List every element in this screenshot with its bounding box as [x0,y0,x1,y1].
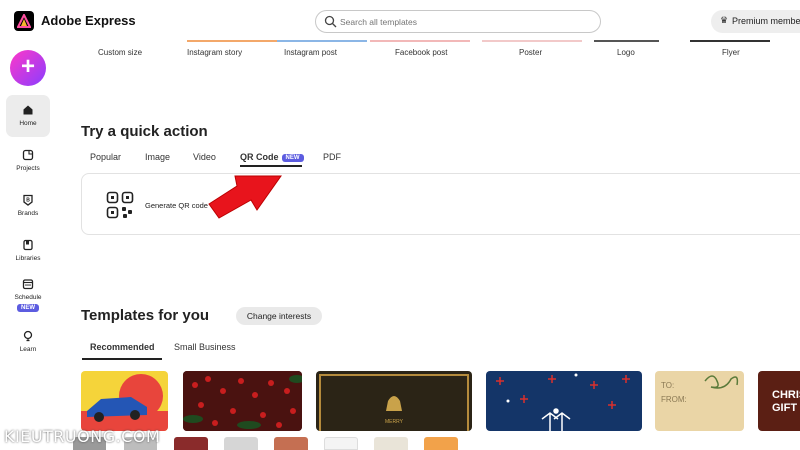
tab-qr-code[interactable]: QR Code NEW [240,152,304,167]
active-tab-underline [82,358,162,360]
template-size-instagram-post[interactable]: Instagram post [284,48,337,57]
template-size-flyer[interactable]: Flyer [722,48,740,57]
tab-label: Recommended [90,342,155,352]
template-thumbnail[interactable]: CHRIS GIFT [758,371,800,431]
plus-icon: + [20,53,35,80]
tab-label: QR Code [240,152,279,162]
library-icon [23,239,33,251]
premium-label: Premium member [732,16,800,26]
tab-small-business[interactable]: Small Business [174,342,236,352]
template-size-thumb-edge [482,40,582,42]
folder-icon [22,149,34,161]
brand-icon: B [23,194,33,206]
search-icon [324,15,337,28]
sidebar-item-libraries[interactable]: Libraries [6,239,50,262]
change-interests-button[interactable]: Change interests [236,307,322,325]
watermark: KIEUTRUONG.COM [4,427,161,446]
template-thumbnail-partial[interactable] [374,437,408,450]
new-badge: NEW [17,304,39,312]
active-tab-underline [240,165,302,167]
sidebar-item-schedule[interactable]: Schedule NEW [6,278,50,312]
template-thumbnail[interactable] [486,371,642,431]
template-size-facebook-post[interactable]: Facebook post [395,48,447,57]
tab-recommended[interactable]: Recommended [82,342,162,360]
template-size-thumb-edge [187,40,277,42]
top-bar: Adobe Express ♛ Premium member [0,0,800,42]
premium-member-button[interactable]: ♛ Premium member [711,10,800,33]
sidebar-item-label: Brands [17,210,39,217]
template-size-row: Custom size Instagram story Instagram po… [82,40,800,60]
red-arrow-annotation [208,175,282,219]
snowflake-pattern-image [496,373,630,431]
template-thumbnail-partial[interactable] [324,437,358,450]
template-thumbnail-partial[interactable] [274,437,308,450]
create-button[interactable]: + [10,50,46,86]
search-bar[interactable] [315,10,601,33]
sidebar-item-label: Schedule [14,294,42,301]
app-title[interactable]: Adobe Express [41,13,136,28]
generate-qr-code-label: Generate QR code [145,201,208,210]
crown-icon: ♛ [720,15,729,25]
merry-text: MERRY [385,419,403,425]
tab-pdf[interactable]: PDF [323,152,341,162]
adobe-express-logo-icon[interactable] [14,11,34,31]
quick-action-title: Try a quick action [81,123,208,140]
template-thumbnail[interactable] [183,371,302,431]
sidebar-item-learn[interactable]: Learn [6,330,50,353]
template-thumbnail-partial[interactable] [174,437,208,450]
sidebar-item-home[interactable]: Home [6,95,50,137]
template-size-logo[interactable]: Logo [617,48,635,57]
qr-code-icon [106,191,134,219]
sidebar-item-brands[interactable]: B Brands [6,194,50,217]
tab-image[interactable]: Image [145,152,170,162]
car-template-image [81,374,168,431]
christmas-gift-text: CHRIS GIFT [772,389,800,414]
ribbon-icon [704,375,739,389]
sidebar-item-label: Home [19,120,37,127]
templates-title: Templates for you [81,307,210,324]
holly-berries-image [183,371,302,431]
quick-action-card: Generate QR code [81,173,800,235]
home-icon [23,105,33,115]
template-size-thumb-edge [277,40,367,42]
sidebar-item-projects[interactable]: Projects [6,149,50,172]
template-size-thumb-edge [690,40,770,42]
template-size-thumb-edge [370,40,470,42]
search-input[interactable] [340,13,590,30]
template-thumbnail-partial[interactable] [224,437,258,450]
template-thumbnail-partial[interactable] [424,437,458,450]
template-thumbnail[interactable] [81,371,168,431]
template-size-poster[interactable]: Poster [519,48,542,57]
tab-popular[interactable]: Popular [90,152,121,162]
tab-video[interactable]: Video [193,152,216,162]
new-badge: NEW [281,154,304,162]
sidebar-item-label: Projects [16,165,40,172]
template-size-custom[interactable]: Custom size [98,48,142,57]
calendar-icon [22,279,34,290]
sidebar-item-label: Libraries [15,255,41,262]
template-size-instagram-story[interactable]: Instagram story [187,48,242,57]
template-size-thumb-edge [594,40,659,42]
sidebar-item-label: Learn [19,346,37,353]
template-thumbnail[interactable]: TO: FROM: [655,371,744,431]
lightbulb-icon [23,330,33,342]
template-thumbnail[interactable]: MERRY [316,371,472,431]
svg-text:B: B [26,197,30,203]
